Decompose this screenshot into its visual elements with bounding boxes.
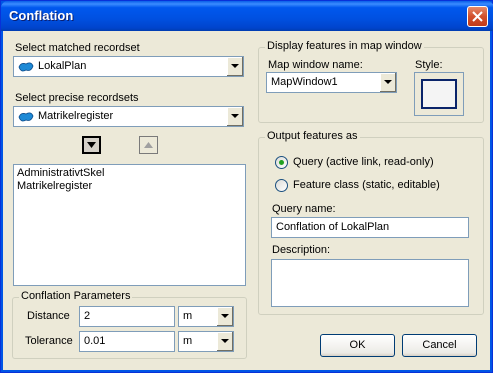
close-button[interactable] bbox=[467, 6, 488, 27]
feature-class-option-label[interactable]: Feature class (static, editable) bbox=[293, 179, 440, 191]
conflation-parameters-legend: Conflation Parameters bbox=[19, 290, 133, 302]
feature-class-radio[interactable] bbox=[275, 179, 288, 192]
ok-button[interactable]: OK bbox=[320, 334, 395, 357]
distance-unit-value: m bbox=[183, 310, 193, 322]
recordset-icon bbox=[18, 62, 34, 72]
list-item[interactable]: Matrikelregister bbox=[17, 180, 242, 193]
arrow-up-icon bbox=[144, 142, 153, 148]
title-bar[interactable]: Conflation bbox=[1, 1, 493, 31]
map-window-name-label: Map window name: bbox=[268, 59, 363, 71]
window-title: Conflation bbox=[9, 8, 74, 23]
distance-input[interactable]: 2 bbox=[79, 306, 175, 327]
arrow-down-icon bbox=[87, 142, 96, 148]
recordset-icon bbox=[18, 112, 34, 122]
query-name-label: Query name: bbox=[272, 203, 336, 215]
chevron-down-icon[interactable] bbox=[379, 73, 396, 92]
tolerance-unit-select[interactable]: m bbox=[178, 331, 234, 352]
style-preview bbox=[421, 79, 457, 109]
query-radio[interactable] bbox=[275, 156, 288, 169]
move-down-button[interactable] bbox=[82, 136, 101, 154]
chevron-down-icon[interactable] bbox=[226, 107, 243, 126]
chevron-down-icon[interactable] bbox=[216, 332, 233, 351]
description-input[interactable] bbox=[271, 259, 469, 307]
display-features-legend: Display features in map window bbox=[265, 40, 424, 52]
precise-recordsets-label: Select precise recordsets bbox=[15, 92, 139, 104]
tolerance-input[interactable]: 0.01 bbox=[79, 331, 175, 352]
list-item[interactable]: AdministrativtSkel bbox=[17, 167, 242, 180]
matched-recordset-label: Select matched recordset bbox=[15, 42, 140, 54]
style-label: Style: bbox=[415, 59, 443, 71]
matched-recordset-select[interactable]: LokalPlan bbox=[13, 56, 244, 77]
chevron-down-icon[interactable] bbox=[226, 57, 243, 76]
distance-label: Distance bbox=[27, 310, 70, 322]
precise-recordsets-select[interactable]: Matrikelregister bbox=[13, 106, 244, 127]
matched-recordset-value: LokalPlan bbox=[38, 60, 87, 72]
close-icon bbox=[472, 11, 483, 22]
precise-recordsets-value: Matrikelregister bbox=[38, 110, 114, 122]
tolerance-unit-value: m bbox=[183, 335, 193, 347]
query-name-input[interactable]: Conflation of LokalPlan bbox=[271, 217, 469, 238]
output-features-legend: Output features as bbox=[265, 130, 360, 142]
map-window-value: MapWindow1 bbox=[271, 76, 338, 88]
map-window-select[interactable]: MapWindow1 bbox=[266, 72, 397, 93]
chevron-down-icon[interactable] bbox=[216, 307, 233, 326]
tolerance-label: Tolerance bbox=[25, 335, 73, 347]
description-label: Description: bbox=[272, 244, 331, 256]
distance-unit-select[interactable]: m bbox=[178, 306, 234, 327]
query-option-label[interactable]: Query (active link, read-only) bbox=[293, 156, 434, 168]
move-up-button[interactable] bbox=[139, 136, 158, 154]
precise-recordsets-list[interactable]: AdministrativtSkel Matrikelregister bbox=[13, 164, 246, 286]
conflation-dialog: Conflation Select matched recordset Loka… bbox=[0, 0, 493, 373]
cancel-button[interactable]: Cancel bbox=[402, 334, 477, 357]
style-button[interactable] bbox=[414, 72, 464, 116]
